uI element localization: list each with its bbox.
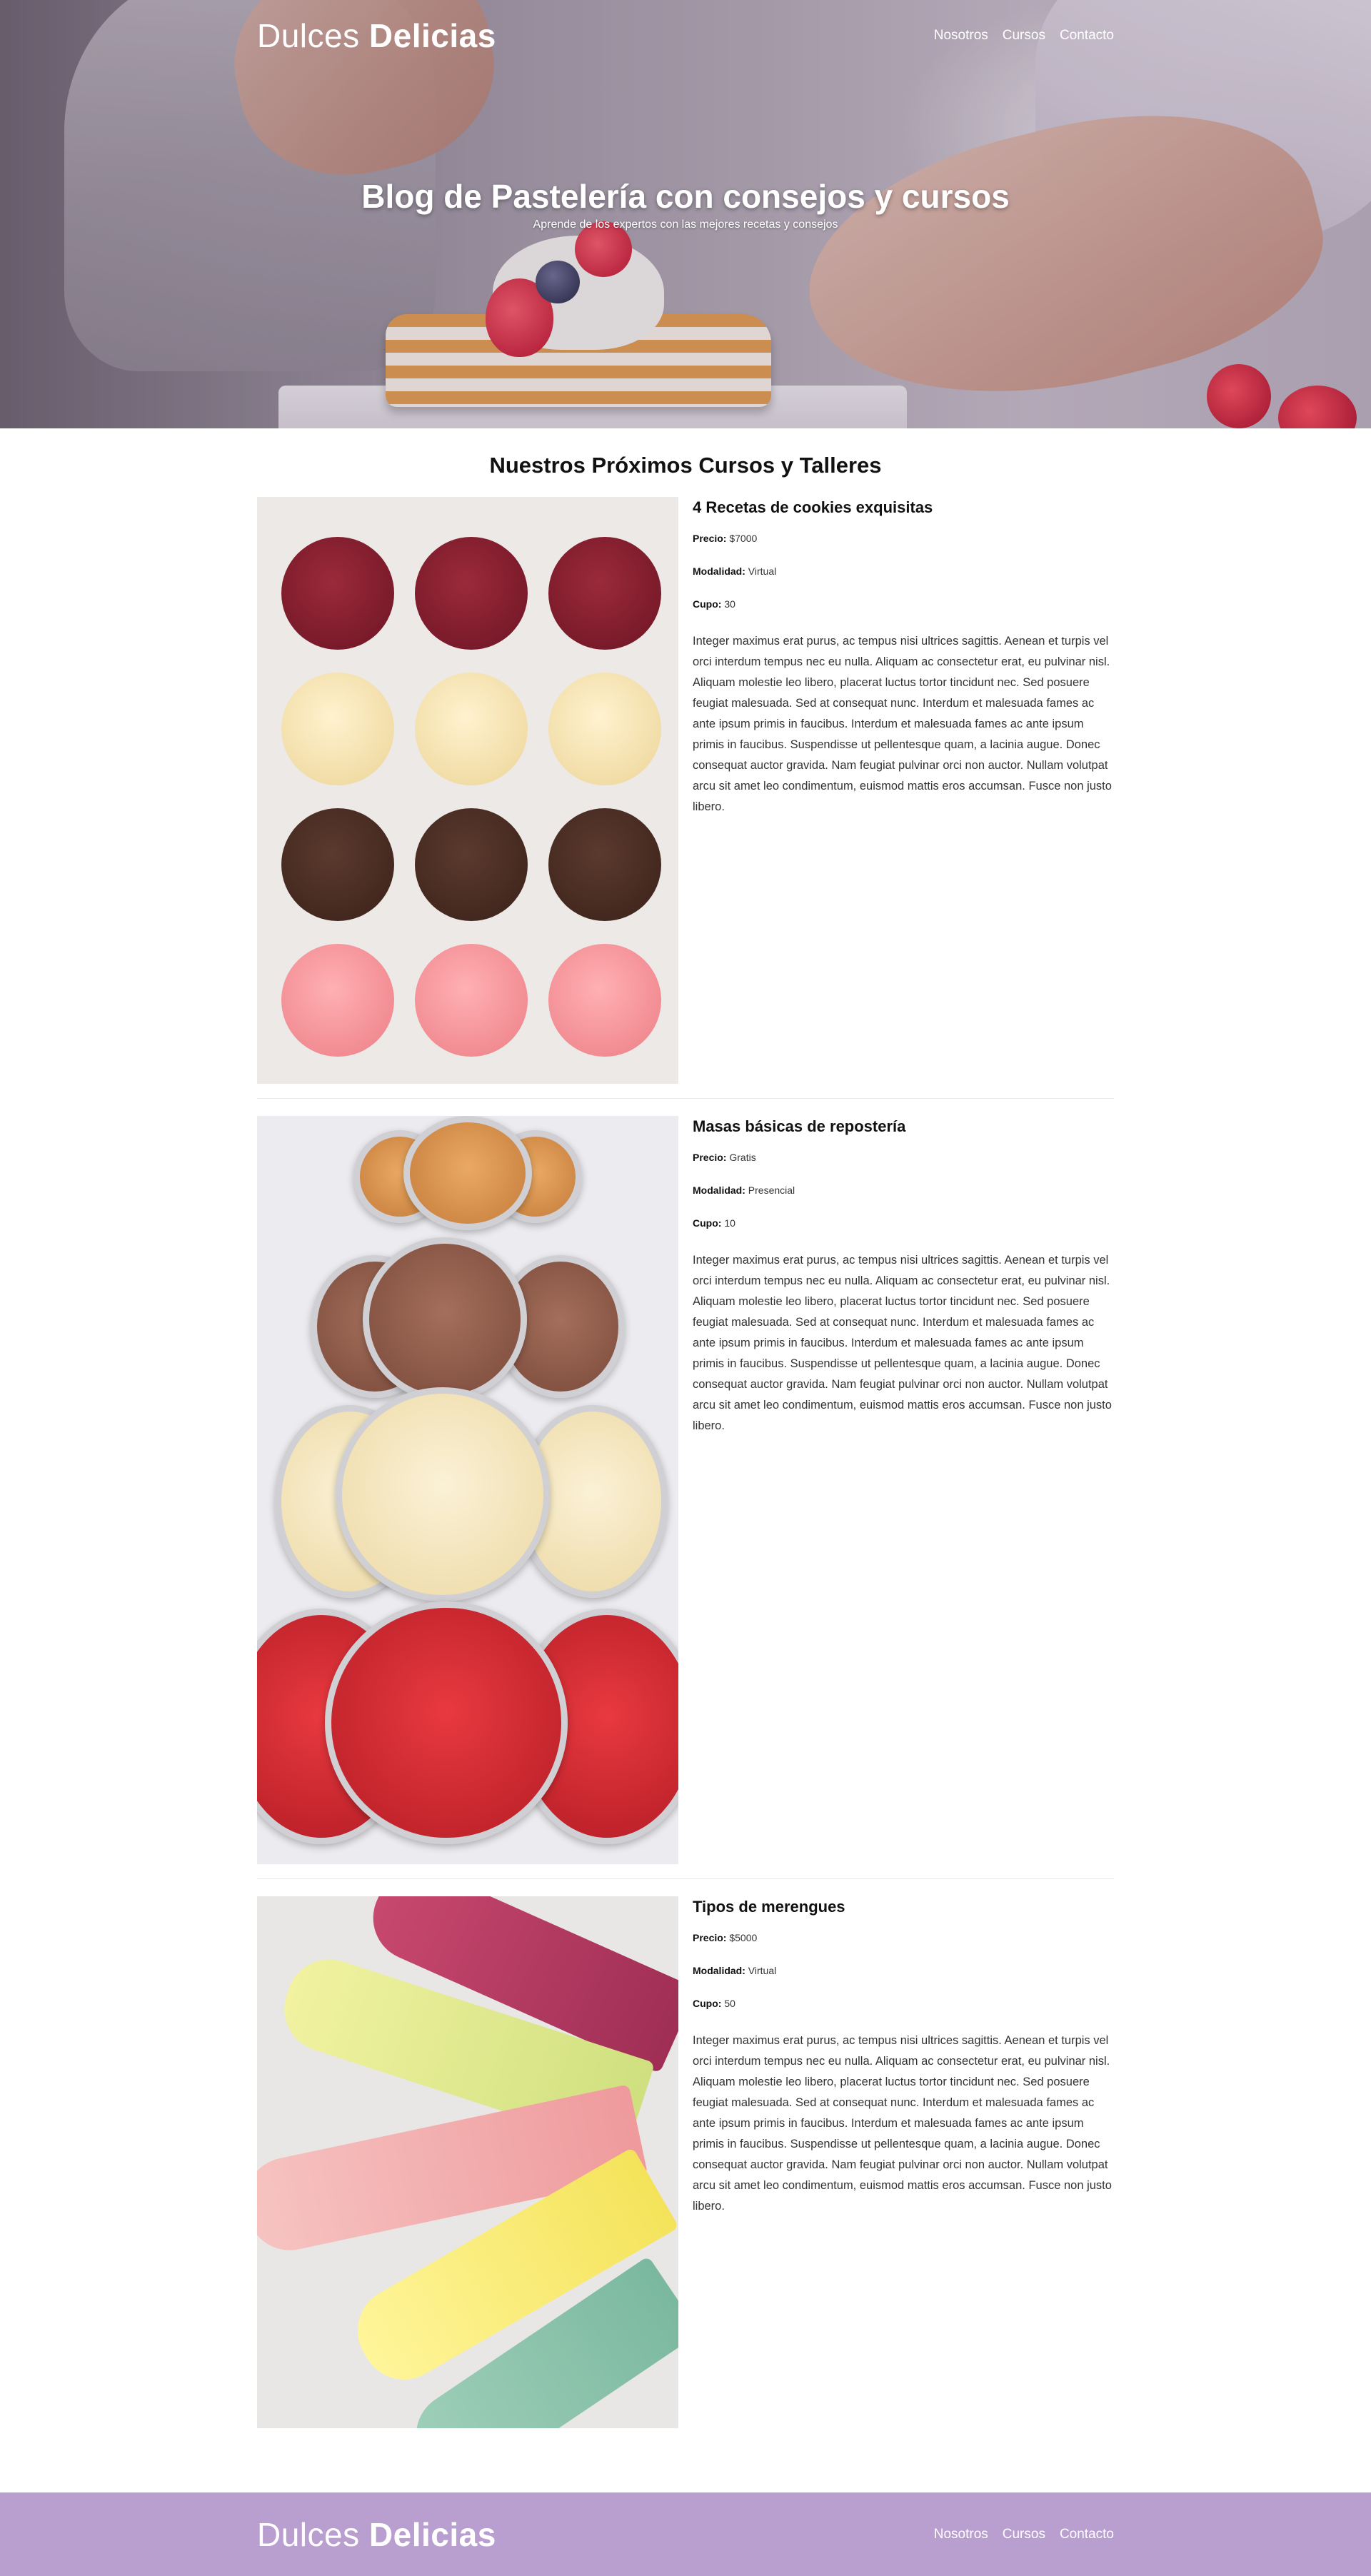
brand-name-light: Dulces (257, 17, 360, 54)
course-spots: Cupo: 30 (693, 598, 1114, 610)
brand-name-light: Dulces (257, 2515, 360, 2553)
hero-title: Blog de Pastelería con consejos y cursos (361, 178, 1010, 215)
cookies-grid (271, 525, 671, 1068)
course-spots: Cupo: 10 (693, 1217, 1114, 1229)
footer-link-cursos[interactable]: Cursos (1003, 2527, 1045, 2542)
course-price: Precio: $7000 (693, 533, 1114, 544)
course-price: Precio: $5000 (693, 1932, 1114, 1943)
footer-brand-logo[interactable]: Dulces Delicias (257, 2515, 496, 2554)
course-info: 4 Recetas de cookies exquisitas Precio: … (693, 497, 1114, 1084)
course-card: 4 Recetas de cookies exquisitas Precio: … (257, 480, 1114, 1099)
footer-inner: Dulces Delicias Nosotros Cursos Contacto (257, 2492, 1114, 2576)
cookie (281, 673, 395, 785)
nav-menu: Nosotros Cursos Contacto (934, 28, 1114, 44)
spots-label: Cupo: (693, 598, 722, 610)
cookie (414, 808, 528, 921)
cookie (548, 808, 661, 921)
main-content: Nuestros Próximos Cursos y Talleres 4 Re… (257, 451, 1114, 2442)
hero-banner: Dulces Delicias Nosotros Cursos Contacto… (0, 0, 1371, 428)
course-mode: Modalidad: Presencial (693, 1184, 1114, 1196)
price-value: $7000 (729, 533, 758, 544)
course-image-piping-bags (257, 1896, 678, 2428)
site-footer: Dulces Delicias Nosotros Cursos Contacto (0, 2492, 1371, 2576)
cookie (281, 808, 395, 921)
course-title[interactable]: 4 Recetas de cookies exquisitas (693, 498, 1114, 517)
course-card: Masas básicas de repostería Precio: Grat… (257, 1099, 1114, 1879)
cookie (548, 944, 661, 1057)
spots-label: Cupo: (693, 1998, 722, 2009)
cookie (548, 673, 661, 785)
cake-pan (403, 1116, 532, 1230)
cookie (414, 673, 528, 785)
mode-label: Modalidad: (693, 565, 745, 577)
spots-value: 10 (724, 1217, 735, 1229)
cookie (281, 537, 395, 650)
nav-link-contacto[interactable]: Contacto (1060, 28, 1114, 44)
nav-link-cursos[interactable]: Cursos (1003, 28, 1045, 44)
mode-value: Virtual (748, 1965, 777, 1976)
footer-link-contacto[interactable]: Contacto (1060, 2527, 1114, 2542)
nav-link-nosotros[interactable]: Nosotros (934, 28, 988, 44)
mode-value: Presencial (748, 1184, 795, 1196)
mode-label: Modalidad: (693, 1965, 745, 1976)
course-mode: Modalidad: Virtual (693, 1965, 1114, 1976)
course-card: Tipos de merengues Precio: $5000 Modalid… (257, 1879, 1114, 2442)
course-info: Masas básicas de repostería Precio: Grat… (693, 1116, 1114, 1864)
price-label: Precio: (693, 1932, 727, 1943)
cookie (414, 944, 528, 1057)
mode-label: Modalidad: (693, 1184, 745, 1196)
hero-text: Blog de Pastelería con consejos y cursos… (0, 177, 1371, 231)
course-info: Tipos de merengues Precio: $5000 Modalid… (693, 1896, 1114, 2428)
cookie (414, 537, 528, 650)
course-image-cakes (257, 1116, 678, 1864)
cookie (281, 944, 395, 1057)
price-value: $5000 (729, 1932, 758, 1943)
course-mode: Modalidad: Virtual (693, 565, 1114, 577)
course-description: Integer maximus erat purus, ac tempus ni… (693, 2034, 1112, 2213)
footer-link-nosotros[interactable]: Nosotros (934, 2527, 988, 2542)
price-value: Gratis (729, 1152, 756, 1163)
course-title[interactable]: Tipos de merengues (693, 1898, 1114, 1916)
cake-pan (325, 1601, 568, 1844)
brand-name-bold: Delicias (368, 2515, 496, 2553)
course-spots: Cupo: 50 (693, 1998, 1114, 2009)
footer-menu: Nosotros Cursos Contacto (934, 2527, 1114, 2542)
cake-pan (336, 1387, 550, 1601)
mode-value: Virtual (748, 565, 777, 577)
brand-name-bold: Delicias (368, 17, 496, 54)
spots-value: 50 (724, 1998, 735, 2009)
course-price: Precio: Gratis (693, 1152, 1114, 1163)
course-image-cookies (257, 497, 678, 1084)
spots-label: Cupo: (693, 1217, 722, 1229)
top-navbar: Dulces Delicias Nosotros Cursos Contacto (257, 14, 1114, 57)
hero-subtitle: Aprende de los expertos con las mejores … (533, 218, 838, 231)
section-title: Nuestros Próximos Cursos y Talleres (489, 453, 882, 478)
price-label: Precio: (693, 533, 727, 544)
course-description: Integer maximus erat purus, ac tempus ni… (693, 635, 1112, 813)
course-description: Integer maximus erat purus, ac tempus ni… (693, 1254, 1112, 1432)
course-title[interactable]: Masas básicas de repostería (693, 1117, 1114, 1136)
price-label: Precio: (693, 1152, 727, 1163)
spots-value: 30 (724, 598, 735, 610)
cookie (548, 537, 661, 650)
cake-pan (363, 1237, 527, 1402)
brand-logo[interactable]: Dulces Delicias (257, 16, 496, 55)
